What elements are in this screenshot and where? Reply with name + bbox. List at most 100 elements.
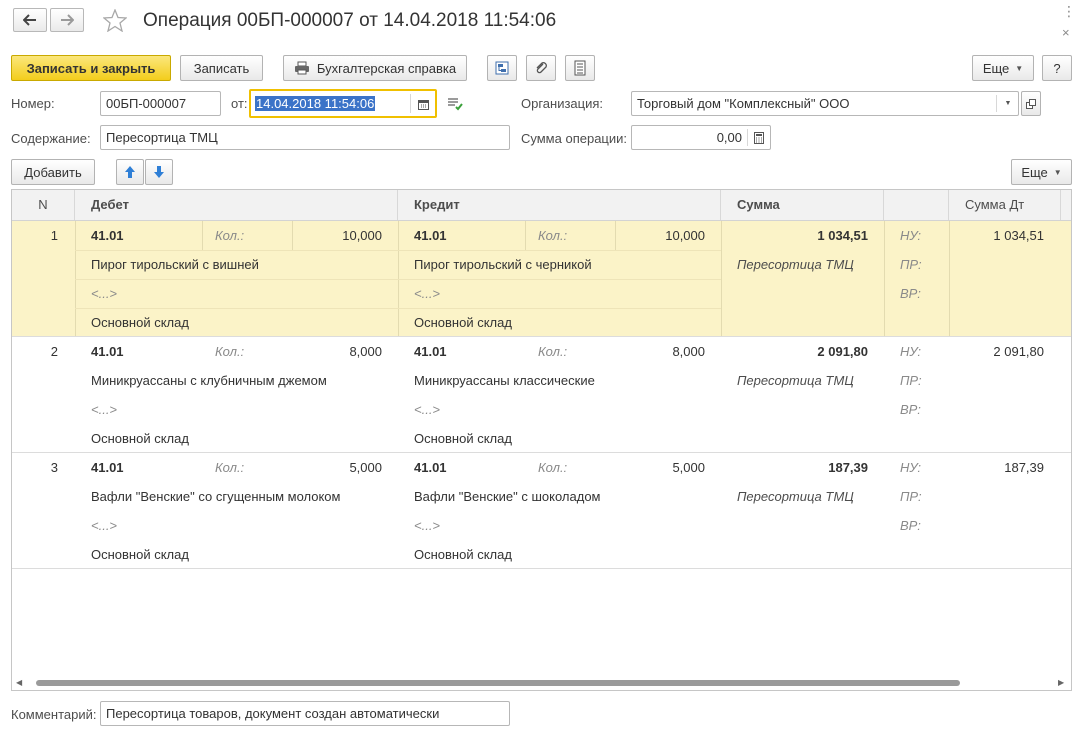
cell-credit-qty-label: Кол.: bbox=[538, 228, 568, 243]
cell-credit-qty: 5,000 bbox=[672, 460, 705, 475]
table-row[interactable]: 3 41.01 Кол.: 5,000 Вафли "Венские" со сгуще… bbox=[12, 453, 1071, 569]
arrow-down-icon bbox=[154, 166, 164, 178]
cell-credit-qty-label: Кол.: bbox=[538, 344, 568, 359]
structure-button[interactable] bbox=[487, 55, 517, 81]
cell-debit-sub1: Вафли "Венские" со сгущенным молоком bbox=[91, 489, 341, 504]
paperclip-icon bbox=[536, 62, 547, 74]
cell-credit-sub3: Основной склад bbox=[414, 315, 512, 330]
table-more-button[interactable]: Еще ▼ bbox=[1011, 159, 1072, 185]
horizontal-scrollbar[interactable]: ◀ ▶ bbox=[12, 675, 1071, 690]
comment-label: Комментарий: bbox=[11, 707, 97, 722]
more-actions-icon[interactable]: ⋮ bbox=[1062, 4, 1077, 18]
open-organization-button[interactable] bbox=[1021, 91, 1041, 116]
dropdown-icon[interactable]: ▼ bbox=[998, 92, 1018, 115]
content-value: Пересортица ТМЦ bbox=[106, 130, 218, 145]
document-list-button[interactable] bbox=[565, 55, 595, 81]
table-more-label: Еще bbox=[1021, 164, 1048, 180]
operation-sum-field[interactable]: 0,00 bbox=[631, 125, 771, 150]
number-value: 00БП-000007 bbox=[106, 96, 187, 111]
row-cell-divider bbox=[884, 221, 885, 336]
favorite-star-icon[interactable] bbox=[102, 8, 128, 35]
organization-field[interactable]: Торговый дом "Комплексный" ООО ▼ bbox=[631, 91, 1019, 116]
cell-debit-sub1: Миникруассаны с клубничным джемом bbox=[91, 373, 327, 388]
table-row[interactable]: 2 41.01 Кол.: 8,000 Миникруассаны с клубничн… bbox=[12, 337, 1071, 453]
forward-button[interactable] bbox=[50, 8, 84, 32]
number-field[interactable]: 00БП-000007 bbox=[100, 91, 221, 116]
cell-debit-qty: 5,000 bbox=[349, 460, 382, 475]
scrollbar-thumb[interactable] bbox=[36, 680, 960, 686]
page-title: Операция 00БП-000007 от 14.04.2018 11:54… bbox=[143, 10, 557, 31]
cell-credit-qty: 8,000 bbox=[672, 344, 705, 359]
entries-table[interactable]: N Дебет Кредит Сумма Сумма Дт 1 41.01 Кол.… bbox=[11, 189, 1072, 691]
add-row-button[interactable]: Добавить bbox=[11, 159, 95, 185]
save-button[interactable]: Записать bbox=[180, 55, 263, 81]
cell-debit-sub3: Основной склад bbox=[91, 431, 189, 446]
move-up-button[interactable] bbox=[116, 159, 144, 185]
cell-credit-qty-label: Кол.: bbox=[538, 460, 568, 475]
cell-sum: 187,39 bbox=[828, 460, 868, 475]
cell-content: Пересортица ТМЦ bbox=[737, 373, 854, 388]
accounting-report-label: Бухгалтерская справка bbox=[316, 60, 457, 76]
organization-field-separator bbox=[996, 95, 997, 112]
table-row[interactable]: 1 41.01 Кол.: 10,000 Пирог тирольский с вишн… bbox=[12, 221, 1071, 337]
document-list-icon bbox=[574, 60, 586, 76]
list-check-icon[interactable] bbox=[447, 97, 463, 114]
back-button[interactable] bbox=[13, 8, 47, 32]
cell-credit-qty: 10,000 bbox=[665, 228, 705, 243]
cell-debit-qty: 10,000 bbox=[342, 228, 382, 243]
move-down-button[interactable] bbox=[145, 159, 173, 185]
forward-arrow-icon bbox=[61, 14, 74, 26]
cell-debit-sub3: Основной склад bbox=[91, 315, 189, 330]
cell-credit-account: 41.01 bbox=[414, 460, 447, 475]
cell-sum: 1 034,51 bbox=[817, 228, 868, 243]
content-label: Содержание: bbox=[11, 131, 91, 146]
cell-debit-sub2: <...> bbox=[91, 402, 118, 417]
qty-cell-divider bbox=[202, 221, 203, 250]
date-label: от: bbox=[231, 96, 248, 111]
cell-debit-sub2: <...> bbox=[91, 286, 118, 301]
cell-debit-sub1: Пирог тирольский с вишней bbox=[91, 257, 259, 272]
save-close-button[interactable]: Записать и закрыть bbox=[11, 55, 171, 81]
content-field[interactable]: Пересортица ТМЦ bbox=[100, 125, 510, 150]
cell-n: 3 bbox=[50, 460, 58, 475]
cell-debit-qty: 8,000 bbox=[349, 344, 382, 359]
accounting-report-button[interactable]: Бухгалтерская справка bbox=[283, 55, 467, 81]
dropdown-caret-icon: ▼ bbox=[1015, 63, 1024, 73]
close-icon[interactable]: × bbox=[1062, 25, 1070, 40]
organization-label: Организация: bbox=[521, 96, 604, 111]
cell-debit-account: 41.01 bbox=[91, 344, 124, 359]
cell-credit-sub3: Основной склад bbox=[414, 431, 512, 446]
cell-vr-label: ВР: bbox=[900, 286, 921, 301]
cell-debit-account: 41.01 bbox=[91, 460, 124, 475]
cell-nu-label: НУ: bbox=[900, 460, 922, 475]
cell-vr-label: ВР: bbox=[900, 518, 921, 533]
scroll-left-icon[interactable]: ◀ bbox=[16, 678, 22, 687]
cell-credit-sub2: <...> bbox=[414, 518, 441, 533]
cell-credit-account: 41.01 bbox=[414, 228, 447, 243]
attachments-button[interactable] bbox=[526, 55, 556, 81]
open-icon bbox=[1026, 98, 1036, 109]
calendar-icon[interactable] bbox=[411, 93, 435, 116]
column-header-credit[interactable]: Кредит bbox=[398, 190, 721, 220]
cell-vr-label: ВР: bbox=[900, 402, 921, 417]
column-header-sum-dt[interactable]: Сумма Дт bbox=[949, 190, 1061, 220]
back-arrow-icon bbox=[23, 14, 36, 26]
cell-sum-dt: 1 034,51 bbox=[993, 228, 1044, 243]
cell-sum-dt: 187,39 bbox=[1004, 460, 1044, 475]
cell-pr-label: ПР: bbox=[900, 257, 922, 272]
comment-field[interactable]: Пересортица товаров, документ создан авт… bbox=[100, 701, 510, 726]
more-button[interactable]: Еще ▼ bbox=[972, 55, 1034, 81]
help-button[interactable]: ? bbox=[1042, 55, 1072, 81]
cell-content: Пересортица ТМЦ bbox=[737, 489, 854, 504]
cell-credit-sub2: <...> bbox=[414, 286, 441, 301]
calculator-icon[interactable] bbox=[748, 126, 770, 149]
date-field[interactable]: 14.04.2018 11:54:06 bbox=[249, 89, 437, 118]
cell-content: Пересортица ТМЦ bbox=[737, 257, 854, 272]
scroll-right-icon[interactable]: ▶ bbox=[1058, 678, 1064, 687]
column-header-n[interactable]: N bbox=[12, 190, 75, 220]
qty-cell-divider bbox=[525, 221, 526, 250]
arrow-up-icon bbox=[125, 166, 135, 178]
column-header-sum[interactable]: Сумма bbox=[721, 190, 884, 220]
column-header-debit[interactable]: Дебет bbox=[75, 190, 398, 220]
organization-value: Торговый дом "Комплексный" ООО bbox=[637, 96, 850, 111]
